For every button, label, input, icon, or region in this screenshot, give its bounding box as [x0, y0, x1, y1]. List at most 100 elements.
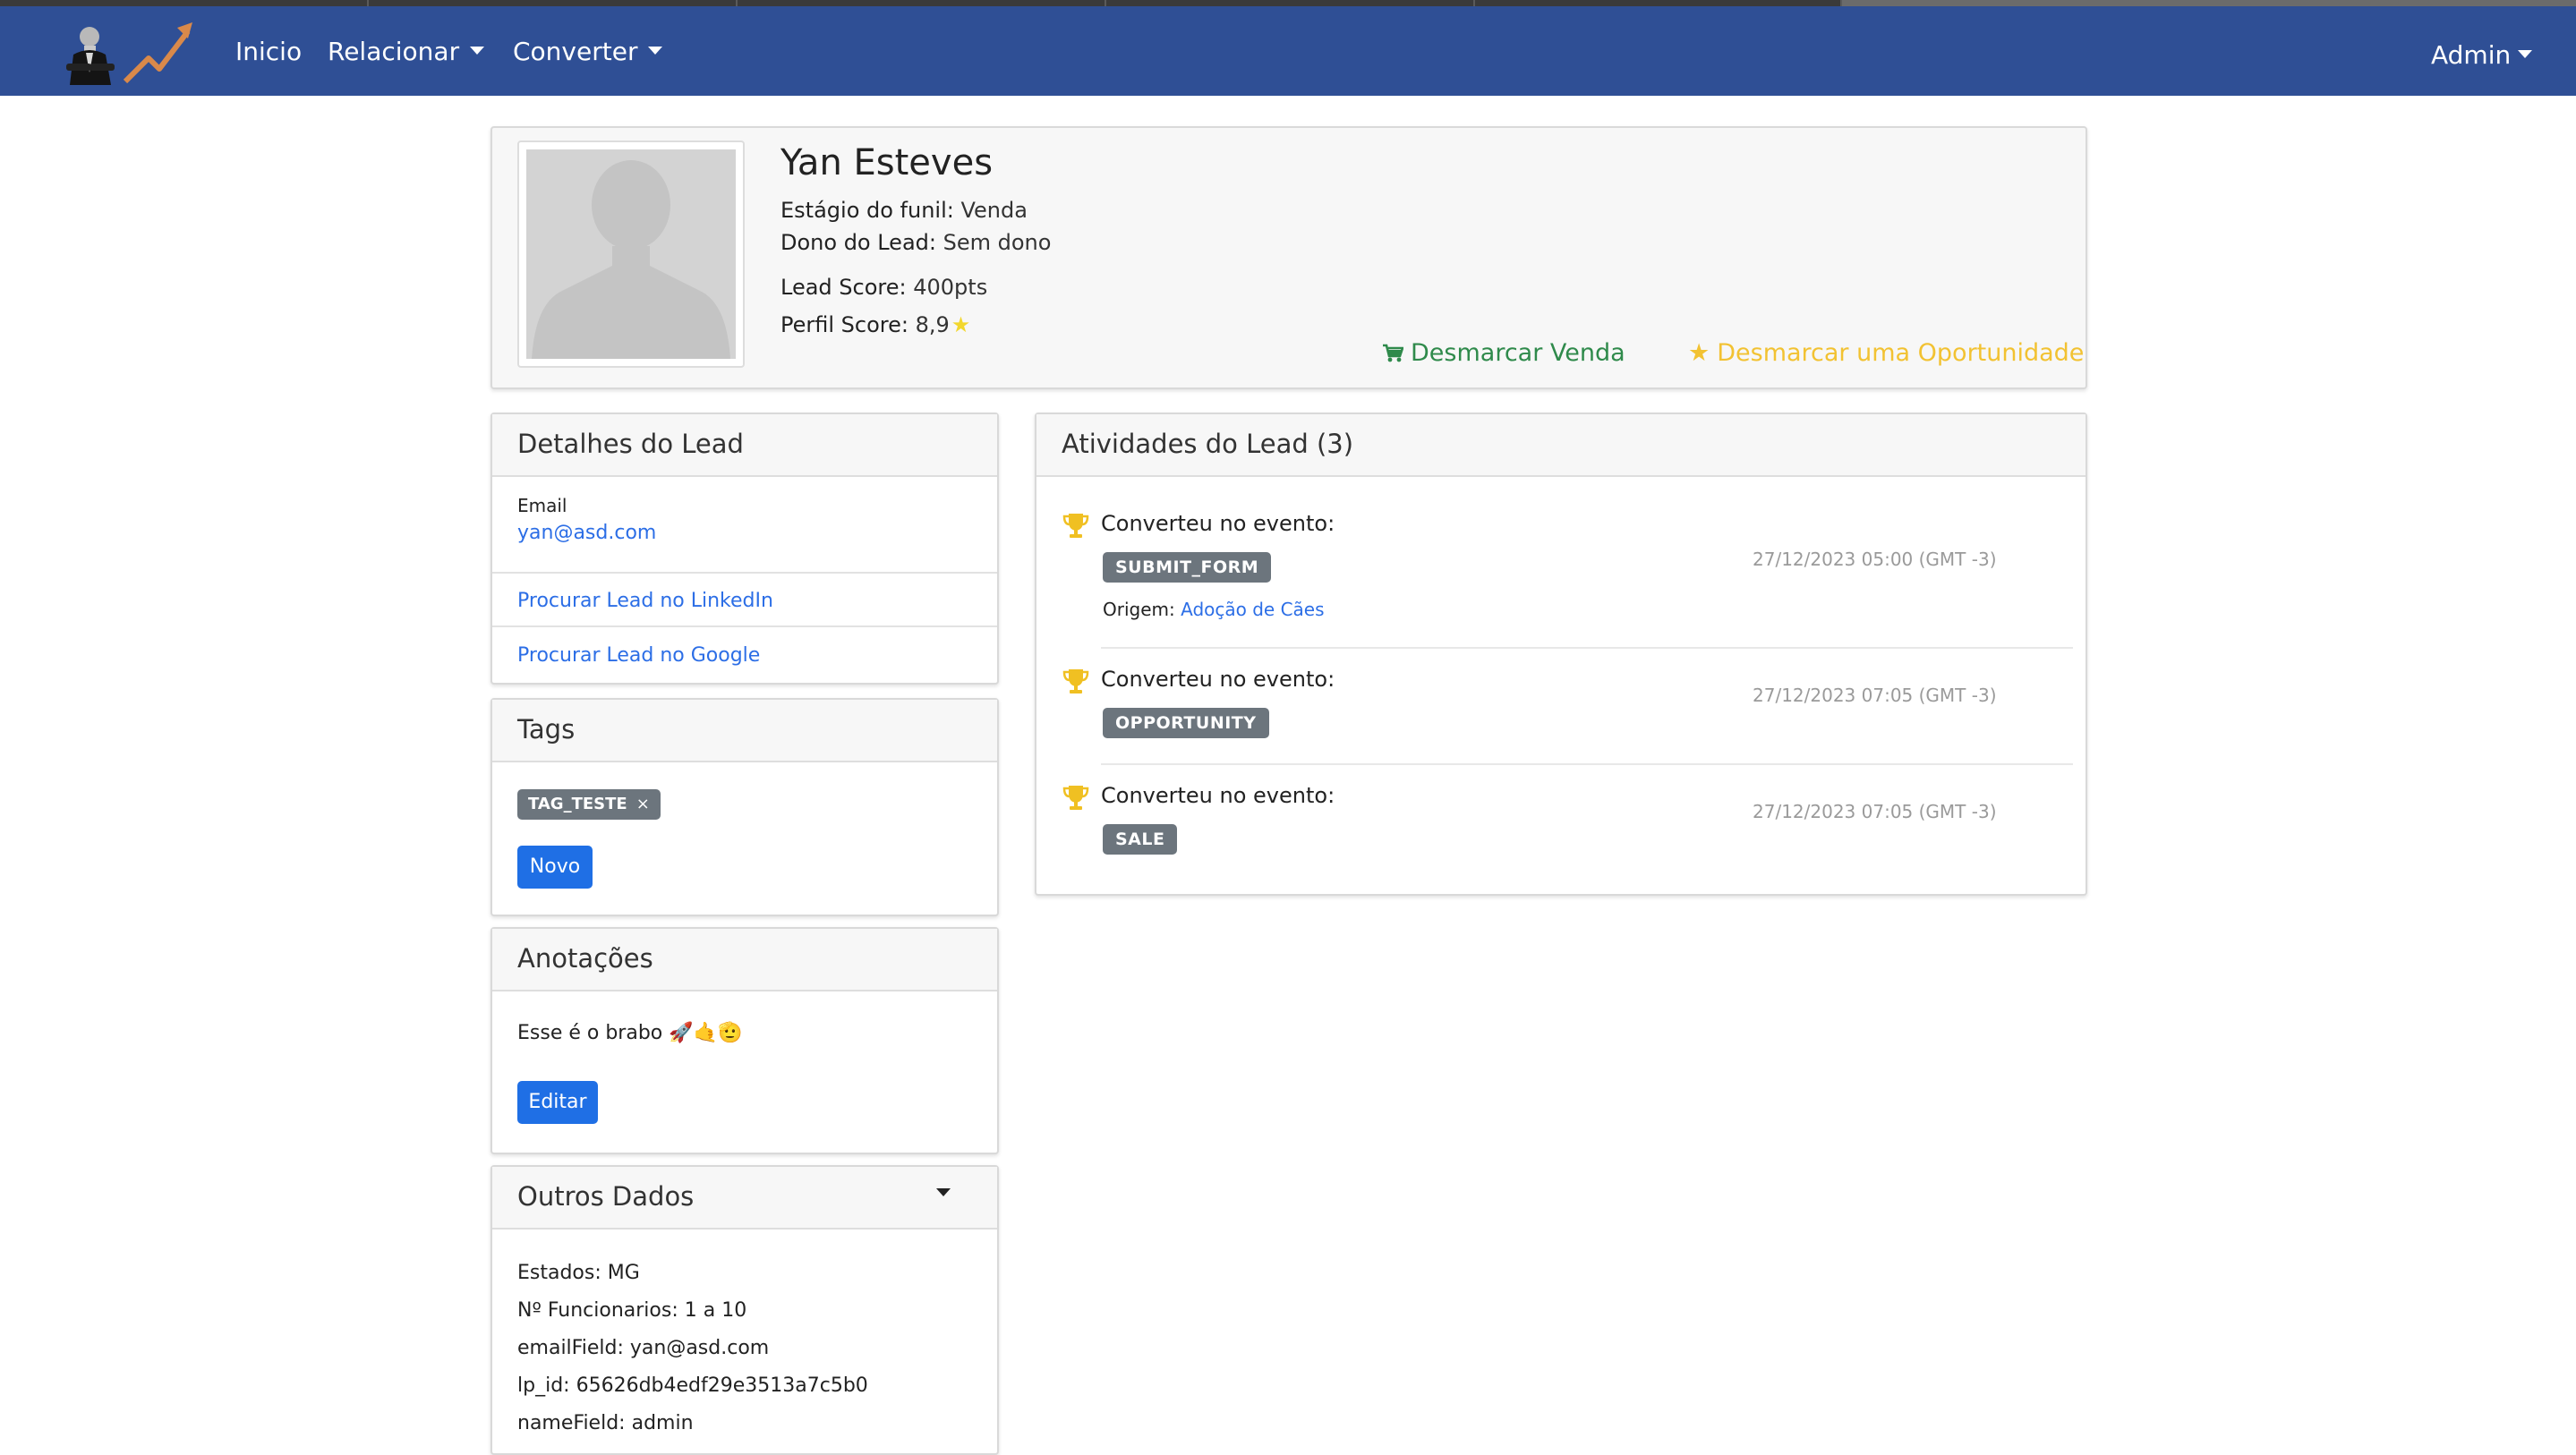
field-value: MG: [607, 1262, 640, 1284]
notes-panel: Anotações Esse é o brabo 🚀🤙🫡 Editar: [490, 927, 999, 1154]
field-value: yan@asd.com: [629, 1337, 770, 1359]
google-search-link[interactable]: Procurar Lead no Google: [517, 644, 760, 667]
panel-title: Detalhes do Lead: [517, 429, 744, 459]
tags-panel: Tags TAG_TESTE × Novo: [490, 698, 999, 916]
email-link[interactable]: yan@asd.com: [517, 522, 656, 544]
close-icon[interactable]: ×: [636, 795, 650, 813]
email-label: Email: [517, 495, 567, 516]
field-key: lp_id:: [517, 1374, 570, 1397]
panel-header: Atividades do Lead (3): [1036, 414, 2086, 477]
field-key: nameField:: [517, 1412, 626, 1434]
star-icon: ★: [1688, 339, 1710, 367]
panel-title: Anotações: [517, 943, 653, 974]
nav-relacionar-dropdown[interactable]: Relacionar: [328, 37, 485, 67]
nav-inicio[interactable]: Inicio: [235, 37, 302, 67]
browser-tab[interactable]: [369, 0, 738, 6]
nav-relacionar-label: Relacionar: [328, 37, 460, 66]
activity-timestamp: 27/12/2023 07:05 (GMT -3): [1753, 685, 1997, 706]
nav-converter-dropdown[interactable]: Converter: [513, 37, 663, 67]
panel-header: Detalhes do Lead: [492, 414, 997, 477]
profile-score-label: Perfil Score:: [780, 312, 908, 337]
unmark-opportunity-button[interactable]: ★ Desmarcar uma Oportunidade: [1688, 339, 2084, 367]
lead-owner: Dono do Lead: Sem dono: [780, 230, 1051, 255]
panel-title: Atividades do Lead (3): [1062, 429, 1354, 459]
browser-tab[interactable]: [1106, 0, 1475, 6]
browser-tab-active[interactable]: [1842, 0, 2576, 6]
edit-notes-button[interactable]: Editar: [517, 1081, 598, 1124]
profile-score: Perfil Score: 8,9★: [780, 312, 970, 337]
chevron-down-icon[interactable]: [936, 1188, 951, 1196]
brand-logo[interactable]: [63, 19, 192, 89]
panel-title: Tags: [517, 714, 576, 745]
activity-text: Converteu no evento:: [1101, 667, 1335, 692]
activity-text: Converteu no evento:: [1101, 783, 1335, 808]
lead-activities-panel: Atividades do Lead (3) Converteu no even…: [1035, 413, 2087, 896]
profile-score-value: 8,9: [915, 312, 950, 337]
nav-converter-label: Converter: [513, 37, 638, 66]
user-menu-dropdown[interactable]: Admin: [2431, 40, 2533, 71]
user-menu-label: Admin: [2431, 40, 2512, 70]
tag-label: TAG_TESTE: [528, 795, 627, 813]
star-icon: ★: [951, 312, 971, 337]
lead-profile-card: Yan Esteves Estágio do funil: Venda Dono…: [490, 126, 2087, 389]
field-key: Nº Funcionarios:: [517, 1299, 678, 1322]
top-navbar: Inicio Relacionar Converter Admin: [0, 6, 2576, 96]
panel-title: Outros Dados: [517, 1181, 695, 1212]
event-badge: SALE: [1103, 824, 1178, 855]
avatar-placeholder-icon: [526, 149, 736, 359]
unmark-sale-button[interactable]: Desmarcar Venda: [1382, 339, 1625, 367]
panel-header: Tags: [492, 700, 997, 762]
activity-timestamp: 27/12/2023 07:05 (GMT -3): [1753, 801, 1997, 822]
lead-owner-value: Sem dono: [943, 230, 1052, 255]
trophy-icon: [1062, 514, 1089, 538]
browser-tab[interactable]: [0, 0, 369, 6]
divider: [492, 625, 997, 627]
notes-text: Esse é o brabo 🚀🤙🫡: [517, 1022, 743, 1044]
funnel-stage-value: Venda: [960, 198, 1028, 223]
event-badge: OPPORTUNITY: [1103, 708, 1269, 738]
origin-link[interactable]: Adoção de Cães: [1181, 599, 1324, 620]
other-field: nameField: admin: [517, 1412, 694, 1434]
other-field: Nº Funcionarios: 1 a 10: [517, 1299, 746, 1322]
chevron-down-icon: [648, 46, 663, 55]
divider: [1101, 647, 2073, 649]
lead-details-panel: Detalhes do Lead Email yan@asd.com Procu…: [490, 413, 999, 685]
field-value: admin: [631, 1412, 694, 1434]
cart-icon: [1383, 344, 1404, 362]
activity-origin: Origem: Adoção de Cães: [1103, 599, 1325, 620]
lead-owner-label: Dono do Lead:: [780, 230, 936, 255]
other-data-panel: Outros Dados Estados: MG Nº Funcionarios…: [490, 1165, 999, 1455]
lead-score-value: 400pts: [913, 275, 988, 300]
unmark-opportunity-label: Desmarcar uma Oportunidade: [1717, 339, 2085, 367]
other-field: emailField: yan@asd.com: [517, 1337, 769, 1359]
panel-header[interactable]: Outros Dados: [492, 1167, 997, 1230]
unmark-sale-label: Desmarcar Venda: [1411, 339, 1625, 367]
field-key: emailField:: [517, 1337, 624, 1359]
panel-header: Anotações: [492, 929, 997, 991]
nav-inicio-label: Inicio: [235, 37, 303, 66]
chevron-down-icon: [470, 46, 485, 55]
new-tag-button[interactable]: Novo: [517, 846, 593, 889]
funnel-stage-label: Estágio do funil:: [780, 198, 954, 223]
lead-score-label: Lead Score:: [780, 275, 907, 300]
browser-tab[interactable]: [1475, 0, 1842, 6]
trophy-icon: [1062, 669, 1089, 693]
browser-tab[interactable]: [738, 0, 1106, 6]
linkedin-search-link[interactable]: Procurar Lead no LinkedIn: [517, 590, 773, 612]
activity-timestamp: 27/12/2023 05:00 (GMT -3): [1753, 549, 1997, 570]
field-value: 1 a 10: [684, 1299, 747, 1322]
origin-label: Origem:: [1103, 599, 1175, 620]
activity-text: Converteu no evento:: [1101, 511, 1335, 536]
event-badge: SUBMIT_FORM: [1103, 552, 1272, 583]
tag-chip: TAG_TESTE ×: [517, 789, 661, 820]
divider: [492, 572, 997, 574]
other-field: lp_id: 65626db4edf29e3513a7c5b0: [517, 1374, 868, 1397]
browser-tab-strip: [0, 0, 2576, 6]
divider: [1101, 763, 2073, 765]
lead-name: Yan Esteves: [780, 142, 994, 183]
trophy-icon: [1062, 786, 1089, 810]
avatar: [517, 140, 745, 368]
chevron-down-icon: [2518, 49, 2533, 58]
other-field: Estados: MG: [517, 1262, 640, 1284]
field-key: Estados:: [517, 1262, 601, 1284]
